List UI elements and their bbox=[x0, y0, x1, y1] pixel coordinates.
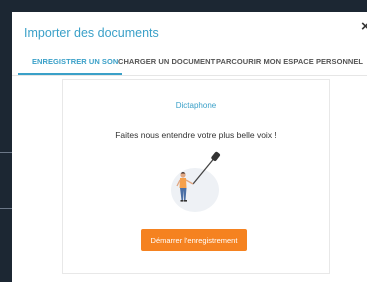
tab-bar: ENREGISTRER UN SON CHARGER UN DOCUMENT P… bbox=[12, 49, 367, 76]
close-icon[interactable]: × bbox=[361, 19, 367, 34]
person-shoe bbox=[180, 200, 184, 202]
tab-record-sound[interactable]: ENREGISTRER UN SON bbox=[32, 57, 118, 66]
dictaphone-title: Dictaphone bbox=[175, 101, 217, 110]
page-backdrop-top bbox=[0, 0, 367, 12]
backdrop-divider bbox=[0, 208, 12, 209]
person-shoe bbox=[184, 200, 187, 202]
active-tab-indicator bbox=[18, 73, 122, 75]
illustration-background bbox=[171, 168, 219, 212]
dictaphone-message: Faites nous entendre votre plus belle vo… bbox=[115, 130, 277, 140]
import-documents-dialog: Importer des documents × ENREGISTRER UN … bbox=[12, 12, 367, 282]
tab-browse-personal-space[interactable]: PARCOURIR MON ESPACE PERSONNEL bbox=[216, 57, 363, 66]
dialog-title: Importer des documents bbox=[24, 26, 159, 40]
dictaphone-panel: Dictaphone Faites nous entendre votre pl… bbox=[62, 79, 330, 274]
start-recording-button[interactable]: Démarrer l'enregistrement bbox=[141, 229, 247, 251]
tab-upload-document[interactable]: CHARGER UN DOCUMENT bbox=[118, 57, 215, 66]
backdrop-divider bbox=[0, 152, 12, 153]
person-shirt bbox=[179, 178, 187, 188]
page-backdrop-left bbox=[0, 0, 12, 282]
microphone-illustration bbox=[171, 151, 221, 212]
